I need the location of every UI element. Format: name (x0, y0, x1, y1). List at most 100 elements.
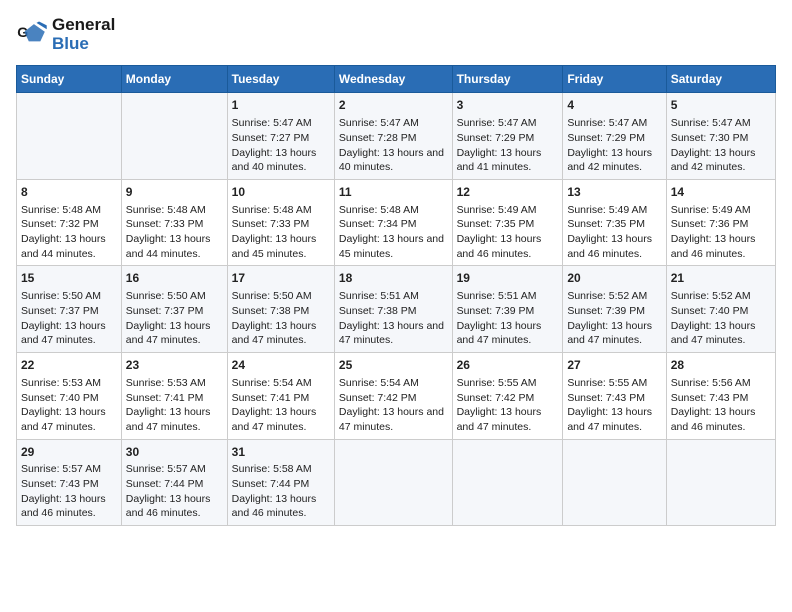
sunset-label: Sunset: 7:43 PM (567, 392, 645, 404)
daylight-label: Daylight: 13 hours and 47 minutes. (567, 320, 652, 347)
calendar-cell: 10Sunrise: 5:48 AMSunset: 7:33 PMDayligh… (227, 179, 334, 266)
day-header-thursday: Thursday (452, 66, 563, 93)
sunset-label: Sunset: 7:38 PM (232, 305, 310, 317)
daylight-label: Daylight: 13 hours and 46 minutes. (21, 493, 106, 520)
calendar-cell: 21Sunrise: 5:52 AMSunset: 7:40 PMDayligh… (666, 266, 775, 353)
calendar-table: SundayMondayTuesdayWednesdayThursdayFrid… (16, 65, 776, 526)
calendar-cell: 22Sunrise: 5:53 AMSunset: 7:40 PMDayligh… (17, 353, 122, 440)
day-header-friday: Friday (563, 66, 666, 93)
calendar-cell: 31Sunrise: 5:58 AMSunset: 7:44 PMDayligh… (227, 439, 334, 526)
sunrise-label: Sunrise: 5:52 AM (671, 290, 751, 302)
daylight-label: Daylight: 13 hours and 44 minutes. (126, 233, 211, 260)
day-number: 9 (126, 184, 223, 201)
calendar-cell: 12Sunrise: 5:49 AMSunset: 7:35 PMDayligh… (452, 179, 563, 266)
sunset-label: Sunset: 7:33 PM (232, 218, 310, 230)
sunrise-label: Sunrise: 5:51 AM (339, 290, 419, 302)
logo: G General Blue (16, 16, 115, 53)
sunset-label: Sunset: 7:44 PM (232, 478, 310, 490)
daylight-label: Daylight: 13 hours and 42 minutes. (567, 147, 652, 174)
daylight-label: Daylight: 13 hours and 47 minutes. (232, 406, 317, 433)
day-number: 28 (671, 357, 771, 374)
calendar-cell: 17Sunrise: 5:50 AMSunset: 7:38 PMDayligh… (227, 266, 334, 353)
calendar-week-2: 8 Sunrise: 5:48 AM Sunset: 7:32 PM Daylight… (17, 179, 776, 266)
sunset-label: Sunset: 7:32 PM (21, 218, 99, 230)
sunrise-label: Sunrise: 5:51 AM (457, 290, 537, 302)
sunset-label: Sunset: 7:40 PM (671, 305, 749, 317)
day-number: 21 (671, 270, 771, 287)
day-number: 8 (21, 184, 117, 201)
day-number: 30 (126, 444, 223, 461)
day-number: 3 (457, 97, 559, 114)
day-number: 4 (567, 97, 661, 114)
calendar-cell: 16Sunrise: 5:50 AMSunset: 7:37 PMDayligh… (121, 266, 227, 353)
daylight-label: Daylight: 13 hours and 47 minutes. (457, 406, 542, 433)
daylight-label: Daylight: 13 hours and 47 minutes. (21, 406, 106, 433)
sunrise-label: Sunrise: 5:55 AM (457, 377, 537, 389)
calendar-cell: 3Sunrise: 5:47 AMSunset: 7:29 PMDaylight… (452, 93, 563, 180)
calendar-cell: 15Sunrise: 5:50 AMSunset: 7:37 PMDayligh… (17, 266, 122, 353)
sunrise-label: Sunrise: 5:48 AM (339, 204, 419, 216)
sunrise-label: Sunrise: 5:58 AM (232, 463, 312, 475)
calendar-body: 1Sunrise: 5:47 AMSunset: 7:27 PMDaylight… (17, 93, 776, 526)
day-number: 24 (232, 357, 330, 374)
calendar-cell: 4Sunrise: 5:47 AMSunset: 7:29 PMDaylight… (563, 93, 666, 180)
sunrise-label: Sunrise: 5:50 AM (21, 290, 101, 302)
day-number: 22 (21, 357, 117, 374)
daylight-label: Daylight: 13 hours and 41 minutes. (457, 147, 542, 174)
daylight-label: Daylight: 13 hours and 46 minutes. (457, 233, 542, 260)
calendar-cell: 29Sunrise: 5:57 AMSunset: 7:43 PMDayligh… (17, 439, 122, 526)
page-header: G General Blue (16, 16, 776, 53)
day-number: 27 (567, 357, 661, 374)
calendar-cell (334, 439, 452, 526)
sunrise-label: Sunrise: 5:50 AM (232, 290, 312, 302)
sunset-label: Sunset: 7:43 PM (21, 478, 99, 490)
sunset-label: Sunset: 7:36 PM (671, 218, 749, 230)
day-number: 16 (126, 270, 223, 287)
day-number: 1 (232, 97, 330, 114)
daylight-label: Daylight: 13 hours and 47 minutes. (126, 320, 211, 347)
sunset-label: Sunset: 7:29 PM (457, 132, 535, 144)
sunrise-label: Sunrise: 5:47 AM (339, 117, 419, 129)
sunset-label: Sunset: 7:40 PM (21, 392, 99, 404)
calendar-cell: 20Sunrise: 5:52 AMSunset: 7:39 PMDayligh… (563, 266, 666, 353)
daylight-label: Daylight: 13 hours and 47 minutes. (21, 320, 106, 347)
calendar-cell: 13Sunrise: 5:49 AMSunset: 7:35 PMDayligh… (563, 179, 666, 266)
daylight-label: Daylight: 13 hours and 46 minutes. (232, 493, 317, 520)
sunset-label: Sunset: 7:41 PM (232, 392, 310, 404)
daylight-label: Daylight: 13 hours and 47 minutes. (339, 320, 444, 347)
daylight-label: Daylight: 13 hours and 44 minutes. (21, 233, 106, 260)
calendar-week-3: 15Sunrise: 5:50 AMSunset: 7:37 PMDayligh… (17, 266, 776, 353)
day-number: 5 (671, 97, 771, 114)
sunset-label: Sunset: 7:42 PM (339, 392, 417, 404)
sunrise-label: Sunrise: 5:49 AM (457, 204, 537, 216)
day-number: 14 (671, 184, 771, 201)
day-number: 2 (339, 97, 448, 114)
sunset-label: Sunset: 7:37 PM (21, 305, 99, 317)
calendar-week-1: 1Sunrise: 5:47 AMSunset: 7:27 PMDaylight… (17, 93, 776, 180)
day-number: 10 (232, 184, 330, 201)
calendar-cell: 1Sunrise: 5:47 AMSunset: 7:27 PMDaylight… (227, 93, 334, 180)
sunset-label: Sunset: 7:35 PM (567, 218, 645, 230)
calendar-cell: 24Sunrise: 5:54 AMSunset: 7:41 PMDayligh… (227, 353, 334, 440)
day-number: 26 (457, 357, 559, 374)
sunset-label: Sunset: 7:33 PM (126, 218, 204, 230)
sunrise-label: Sunrise: 5:53 AM (126, 377, 206, 389)
calendar-cell: 30Sunrise: 5:57 AMSunset: 7:44 PMDayligh… (121, 439, 227, 526)
daylight-label: Daylight: 13 hours and 47 minutes. (126, 406, 211, 433)
sunset-label: Sunset: 7:29 PM (567, 132, 645, 144)
calendar-week-4: 22 Sunrise: 5:53 AM Sunset: 7:40 PM Dayligh… (17, 353, 776, 440)
sunset-label: Sunset: 7:30 PM (671, 132, 749, 144)
sunrise-label: Sunrise: 5:48 AM (232, 204, 312, 216)
sunset-label: Sunset: 7:39 PM (457, 305, 535, 317)
daylight-label: Daylight: 13 hours and 40 minutes. (232, 147, 317, 174)
sunset-label: Sunset: 7:35 PM (457, 218, 535, 230)
calendar-week-5: 29Sunrise: 5:57 AMSunset: 7:43 PMDayligh… (17, 439, 776, 526)
daylight-label: Daylight: 13 hours and 46 minutes. (671, 233, 756, 260)
calendar-cell: 8Sunrise: 5:48 AMSunset: 7:32 PMDaylight… (17, 179, 122, 266)
sunrise-label: Sunrise: 5:55 AM (567, 377, 647, 389)
logo-icon: G (16, 19, 48, 51)
calendar-cell: 19Sunrise: 5:51 AMSunset: 7:39 PMDayligh… (452, 266, 563, 353)
sunrise-label: Sunrise: 5:57 AM (21, 463, 101, 475)
day-number: 18 (339, 270, 448, 287)
day-number: 25 (339, 357, 448, 374)
